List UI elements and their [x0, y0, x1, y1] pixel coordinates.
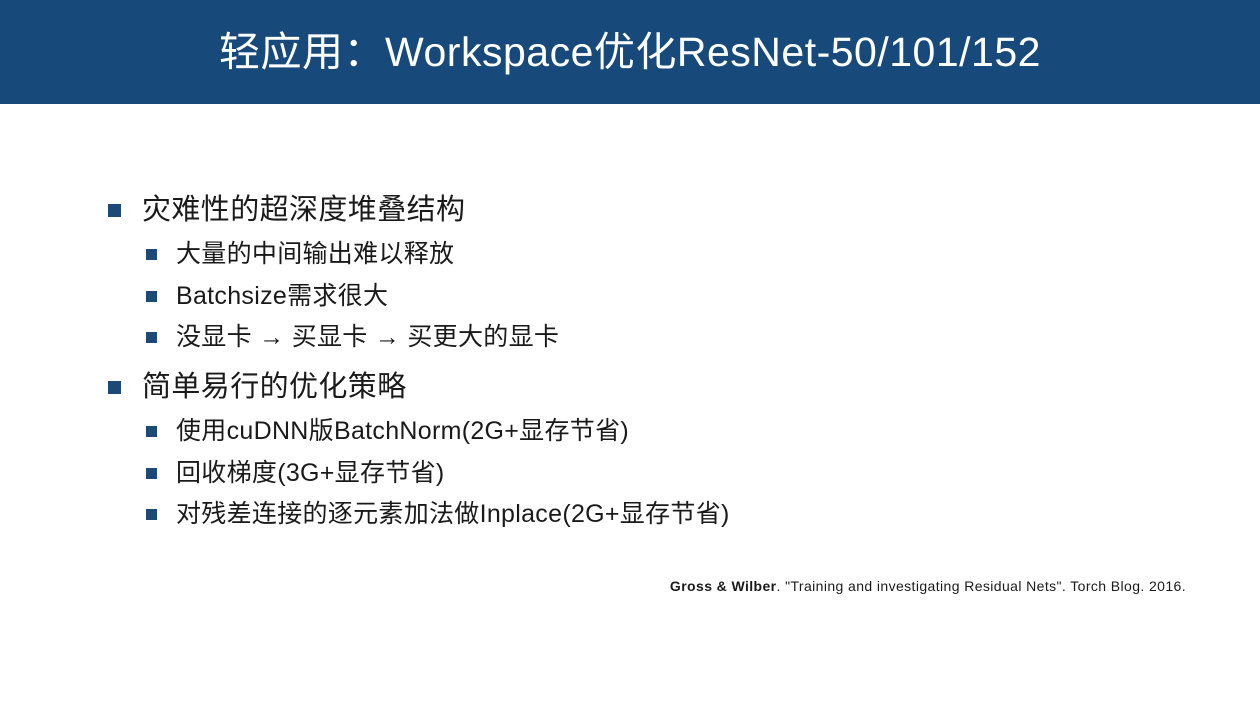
list-item-label: 回收梯度(3G+显存节省): [176, 458, 445, 487]
list-item: 大量的中间输出难以释放: [146, 238, 559, 271]
list-item: 对残差连接的逐元素加法做Inplace(2G+显存节省): [146, 498, 730, 531]
citation-reference: . "Training and investigating Residual N…: [776, 578, 1186, 594]
sub-bullet-list: 使用cuDNN版BatchNorm(2G+显存节省) 回收梯度(3G+显存节省)…: [146, 415, 730, 531]
sub-bullet-list: 大量的中间输出难以释放 Batchsize需求很大 没显卡 → 买显卡 → 买更…: [146, 238, 559, 354]
content-section-1: 灾难性的超深度堆叠结构 大量的中间输出难以释放 Batchsize需求很大 没显…: [108, 192, 559, 363]
section-heading: 简单易行的优化策略: [142, 371, 407, 403]
square-bullet-icon: [146, 249, 157, 261]
citation: Gross & Wilber. "Training and investigat…: [0, 578, 1186, 594]
list-item: Batchsize需求很大: [146, 280, 559, 313]
list-item: 没显卡 → 买显卡 → 买更大的显卡: [146, 321, 559, 354]
list-item-label: 大量的中间输出难以释放: [176, 240, 455, 269]
square-bullet-icon: [146, 467, 157, 479]
list-item-label: 使用cuDNN版BatchNorm(2G+显存节省): [176, 417, 630, 446]
section-heading: 灾难性的超深度堆叠结构: [142, 194, 466, 226]
section-heading-row: 简单易行的优化策略: [108, 369, 730, 406]
section-heading-row: 灾难性的超深度堆叠结构: [108, 192, 559, 229]
square-bullet-icon: [146, 332, 157, 344]
slide-body: 灾难性的超深度堆叠结构 大量的中间输出难以释放 Batchsize需求很大 没显…: [0, 104, 1260, 709]
square-bullet-icon: [146, 426, 157, 438]
list-item-label: 没显卡 → 买显卡 → 买更大的显卡: [176, 323, 560, 352]
list-item: 使用cuDNN版BatchNorm(2G+显存节省): [146, 415, 730, 448]
square-bullet-icon: [146, 509, 157, 521]
list-item: 回收梯度(3G+显存节省): [146, 457, 730, 490]
slide-root: 轻应用：Workspace优化ResNet-50/101/152 灾难性的超深度…: [0, 0, 1260, 709]
page-title: 轻应用：Workspace优化ResNet-50/101/152: [219, 28, 1041, 75]
square-bullet-icon: [108, 381, 121, 394]
content-section-2: 简单易行的优化策略 使用cuDNN版BatchNorm(2G+显存节省) 回收梯…: [108, 369, 730, 540]
list-item-label: 对残差连接的逐元素加法做Inplace(2G+显存节省): [176, 500, 730, 529]
square-bullet-icon: [108, 204, 121, 217]
citation-authors: Gross & Wilber: [669, 578, 777, 594]
list-item-label: Batchsize需求很大: [176, 281, 389, 310]
square-bullet-icon: [146, 290, 157, 302]
